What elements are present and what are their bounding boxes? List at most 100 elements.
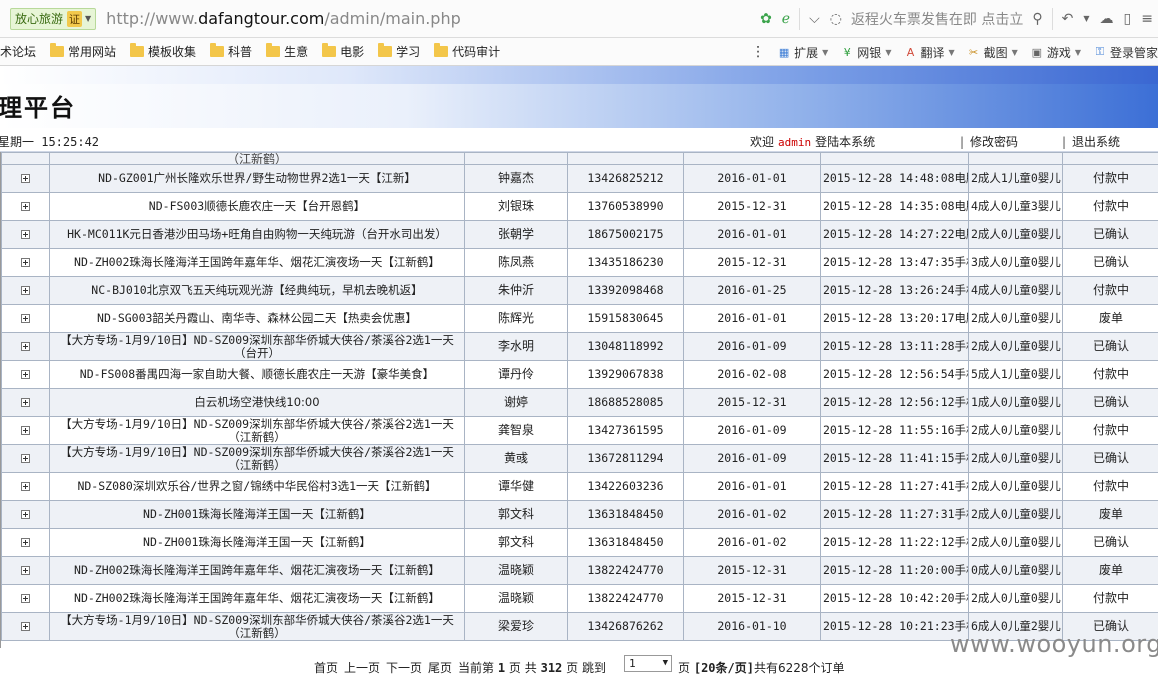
- route-cell: 白云机场空港快线10:00: [49, 388, 465, 417]
- next-page-link[interactable]: 下一页: [386, 659, 422, 674]
- phone-cell: 18688528085: [567, 388, 684, 417]
- people-count-cell: 2成人0儿童0婴儿: [968, 584, 1063, 613]
- created-time-cell: 2015-12-28 11:20:00手机: [820, 556, 969, 585]
- favorite-folder[interactable]: 学习: [378, 43, 420, 60]
- compat-mode-icon[interactable]: ℯ: [777, 8, 795, 30]
- expand-plus-icon[interactable]: [21, 454, 30, 463]
- screenshot-button[interactable]: ✂ 截图 ▼: [967, 44, 1018, 61]
- expand-plus-icon[interactable]: [21, 258, 30, 267]
- status-cell: 废单: [1062, 500, 1158, 529]
- favorite-folder[interactable]: 代码审计: [434, 43, 500, 60]
- expand-plus-icon[interactable]: [21, 538, 30, 547]
- bank-button[interactable]: ¥ 网银 ▼: [840, 44, 892, 61]
- expander-cell: [1, 220, 50, 249]
- expand-plus-icon[interactable]: [21, 342, 30, 351]
- welcome-suffix: 登陆本系统: [815, 135, 876, 149]
- login-manager-button[interactable]: ⚿ 登录管家: [1093, 44, 1158, 61]
- expand-plus-icon[interactable]: [21, 202, 30, 211]
- current-page-label: 当前第: [458, 661, 495, 674]
- current-page-number: 1: [497, 661, 506, 674]
- expand-plus-icon[interactable]: [21, 566, 30, 575]
- expander-cell: [1, 332, 50, 361]
- created-time-cell: 2015-12-28 12:56:54手机: [820, 360, 969, 389]
- change-password-link[interactable]: 修改密码: [960, 133, 1018, 150]
- url-input[interactable]: http://www.dafangtour.com/admin/main.php: [106, 9, 461, 28]
- key-icon: ⚿: [1095, 45, 1105, 58]
- status-cell: 已确认: [1062, 444, 1158, 473]
- current-page-info: 当前第 1 页 共 312 页 跳到: [458, 659, 606, 674]
- undo-icon[interactable]: ↶: [1057, 8, 1079, 30]
- search-input[interactable]: 返程火车票发售在即 点击立: [847, 9, 1027, 29]
- last-page-link[interactable]: 尾页: [428, 659, 452, 674]
- menu-icon[interactable]: ≡: [1136, 8, 1158, 30]
- expand-plus-icon[interactable]: [21, 426, 30, 435]
- logout-link[interactable]: 退出系统: [1062, 133, 1120, 150]
- grid-icon: ▦: [778, 45, 790, 59]
- username: admin: [778, 136, 812, 149]
- expand-plus-icon[interactable]: [21, 398, 30, 407]
- table-row-partial: （江新鹤）: [1, 152, 1158, 165]
- games-button[interactable]: ▣ 游戏 ▼: [1030, 44, 1081, 61]
- dropdown-chevron-icon[interactable]: ⌵: [804, 8, 825, 30]
- expand-plus-icon[interactable]: [21, 510, 30, 519]
- table-row: ND-ZH002珠海长隆海洋王国跨年嘉年华、烟花汇演夜场一天【江新鹤】 温晓颖 13…: [1, 584, 1158, 613]
- page-title: 理平台: [0, 93, 76, 122]
- people-count-cell: 2成人0儿童0婴儿: [968, 500, 1063, 529]
- expand-plus-icon[interactable]: [21, 594, 30, 603]
- expand-plus-icon[interactable]: [21, 482, 30, 491]
- cloud-icon[interactable]: ☁: [1095, 8, 1119, 30]
- route-cell: 【大方专场-1月9/10日】ND-SZ009深圳东部华侨城大侠谷/茶溪谷2选1一…: [49, 444, 465, 473]
- people-count-cell: 1成人0儿童0婴儿: [968, 388, 1063, 417]
- current-datetime: 星期一 15:25:42: [0, 135, 100, 149]
- expander-cell: [1, 276, 50, 305]
- extend-button[interactable]: ▦ 扩展 ▼: [777, 44, 828, 61]
- expand-plus-icon[interactable]: [21, 370, 30, 379]
- expand-plus-icon[interactable]: [21, 286, 30, 295]
- name-cell: [464, 152, 568, 165]
- expand-plus-icon[interactable]: [21, 314, 30, 323]
- favorite-folder[interactable]: 电影: [322, 43, 364, 60]
- people-count-cell: 0成人0儿童0婴儿: [968, 556, 1063, 585]
- chevron-down-icon[interactable]: ▼: [1078, 8, 1094, 30]
- people-count-cell: 2成人0儿童0婴儿: [968, 444, 1063, 473]
- travel-date-cell: 2016-01-25: [683, 276, 821, 305]
- prev-page-link[interactable]: 上一页: [344, 659, 380, 674]
- expand-plus-icon[interactable]: [21, 230, 30, 239]
- expand-plus-icon[interactable]: [21, 622, 30, 631]
- favorite-folder[interactable]: 模板收集: [130, 43, 196, 60]
- first-page-link[interactable]: 首页: [314, 659, 338, 674]
- site-identity-badge[interactable]: 放心旅游 证 ▼: [10, 7, 97, 30]
- more-icon[interactable]: ⋮: [751, 44, 765, 60]
- status-cell: 付款中: [1062, 584, 1158, 613]
- favorite-folder[interactable]: 科普: [210, 43, 252, 60]
- expander-cell: [1, 612, 50, 641]
- refresh-icon[interactable]: ✿: [755, 8, 777, 30]
- folder-icon: [130, 43, 145, 57]
- favorite-folder[interactable]: 生意: [266, 43, 308, 60]
- phone-cell: 18675002175: [567, 220, 684, 249]
- folder-icon: [50, 43, 65, 57]
- phone-cell: 13760538990: [567, 192, 684, 221]
- status-cell: 付款中: [1062, 416, 1158, 445]
- favorite-folder[interactable]: 常用网站: [50, 43, 116, 60]
- travel-date-cell: 2016-01-01: [683, 164, 821, 193]
- route-cell: ND-ZH002珠海长隆海洋王国跨年嘉年华、烟花汇演夜场一天【江新鹤】: [49, 584, 465, 613]
- created-time-cell: 2015-12-28 12:56:12手机: [820, 388, 969, 417]
- created-time-cell: 2015-12-28 11:27:41手机: [820, 472, 969, 501]
- phone-icon[interactable]: ▯: [1119, 8, 1137, 30]
- search-engine-icon[interactable]: ◌: [825, 8, 847, 30]
- address-bar: 放心旅游 证 ▼ http://www.dafangtour.com/admin…: [0, 0, 1158, 38]
- phone-cell: 13426825212: [567, 164, 684, 193]
- created-time-cell: 2015-12-28 13:26:24手机: [820, 276, 969, 305]
- travel-date-cell: 2016-01-01: [683, 220, 821, 249]
- translate-button[interactable]: A 翻译 ▼: [903, 44, 955, 61]
- travel-date-cell: 2016-01-09: [683, 444, 821, 473]
- people-count-cell: 2成人0儿童0婴儿: [968, 304, 1063, 333]
- favorite-item[interactable]: 术论坛: [0, 43, 36, 60]
- search-icon[interactable]: ⚲: [1027, 8, 1047, 30]
- phone-cell: [567, 152, 684, 165]
- page-jump-select[interactable]: 1 ▼: [624, 655, 672, 672]
- expand-plus-icon[interactable]: [21, 174, 30, 183]
- phone-cell: 13672811294: [567, 444, 684, 473]
- status-cell: 已确认: [1062, 248, 1158, 277]
